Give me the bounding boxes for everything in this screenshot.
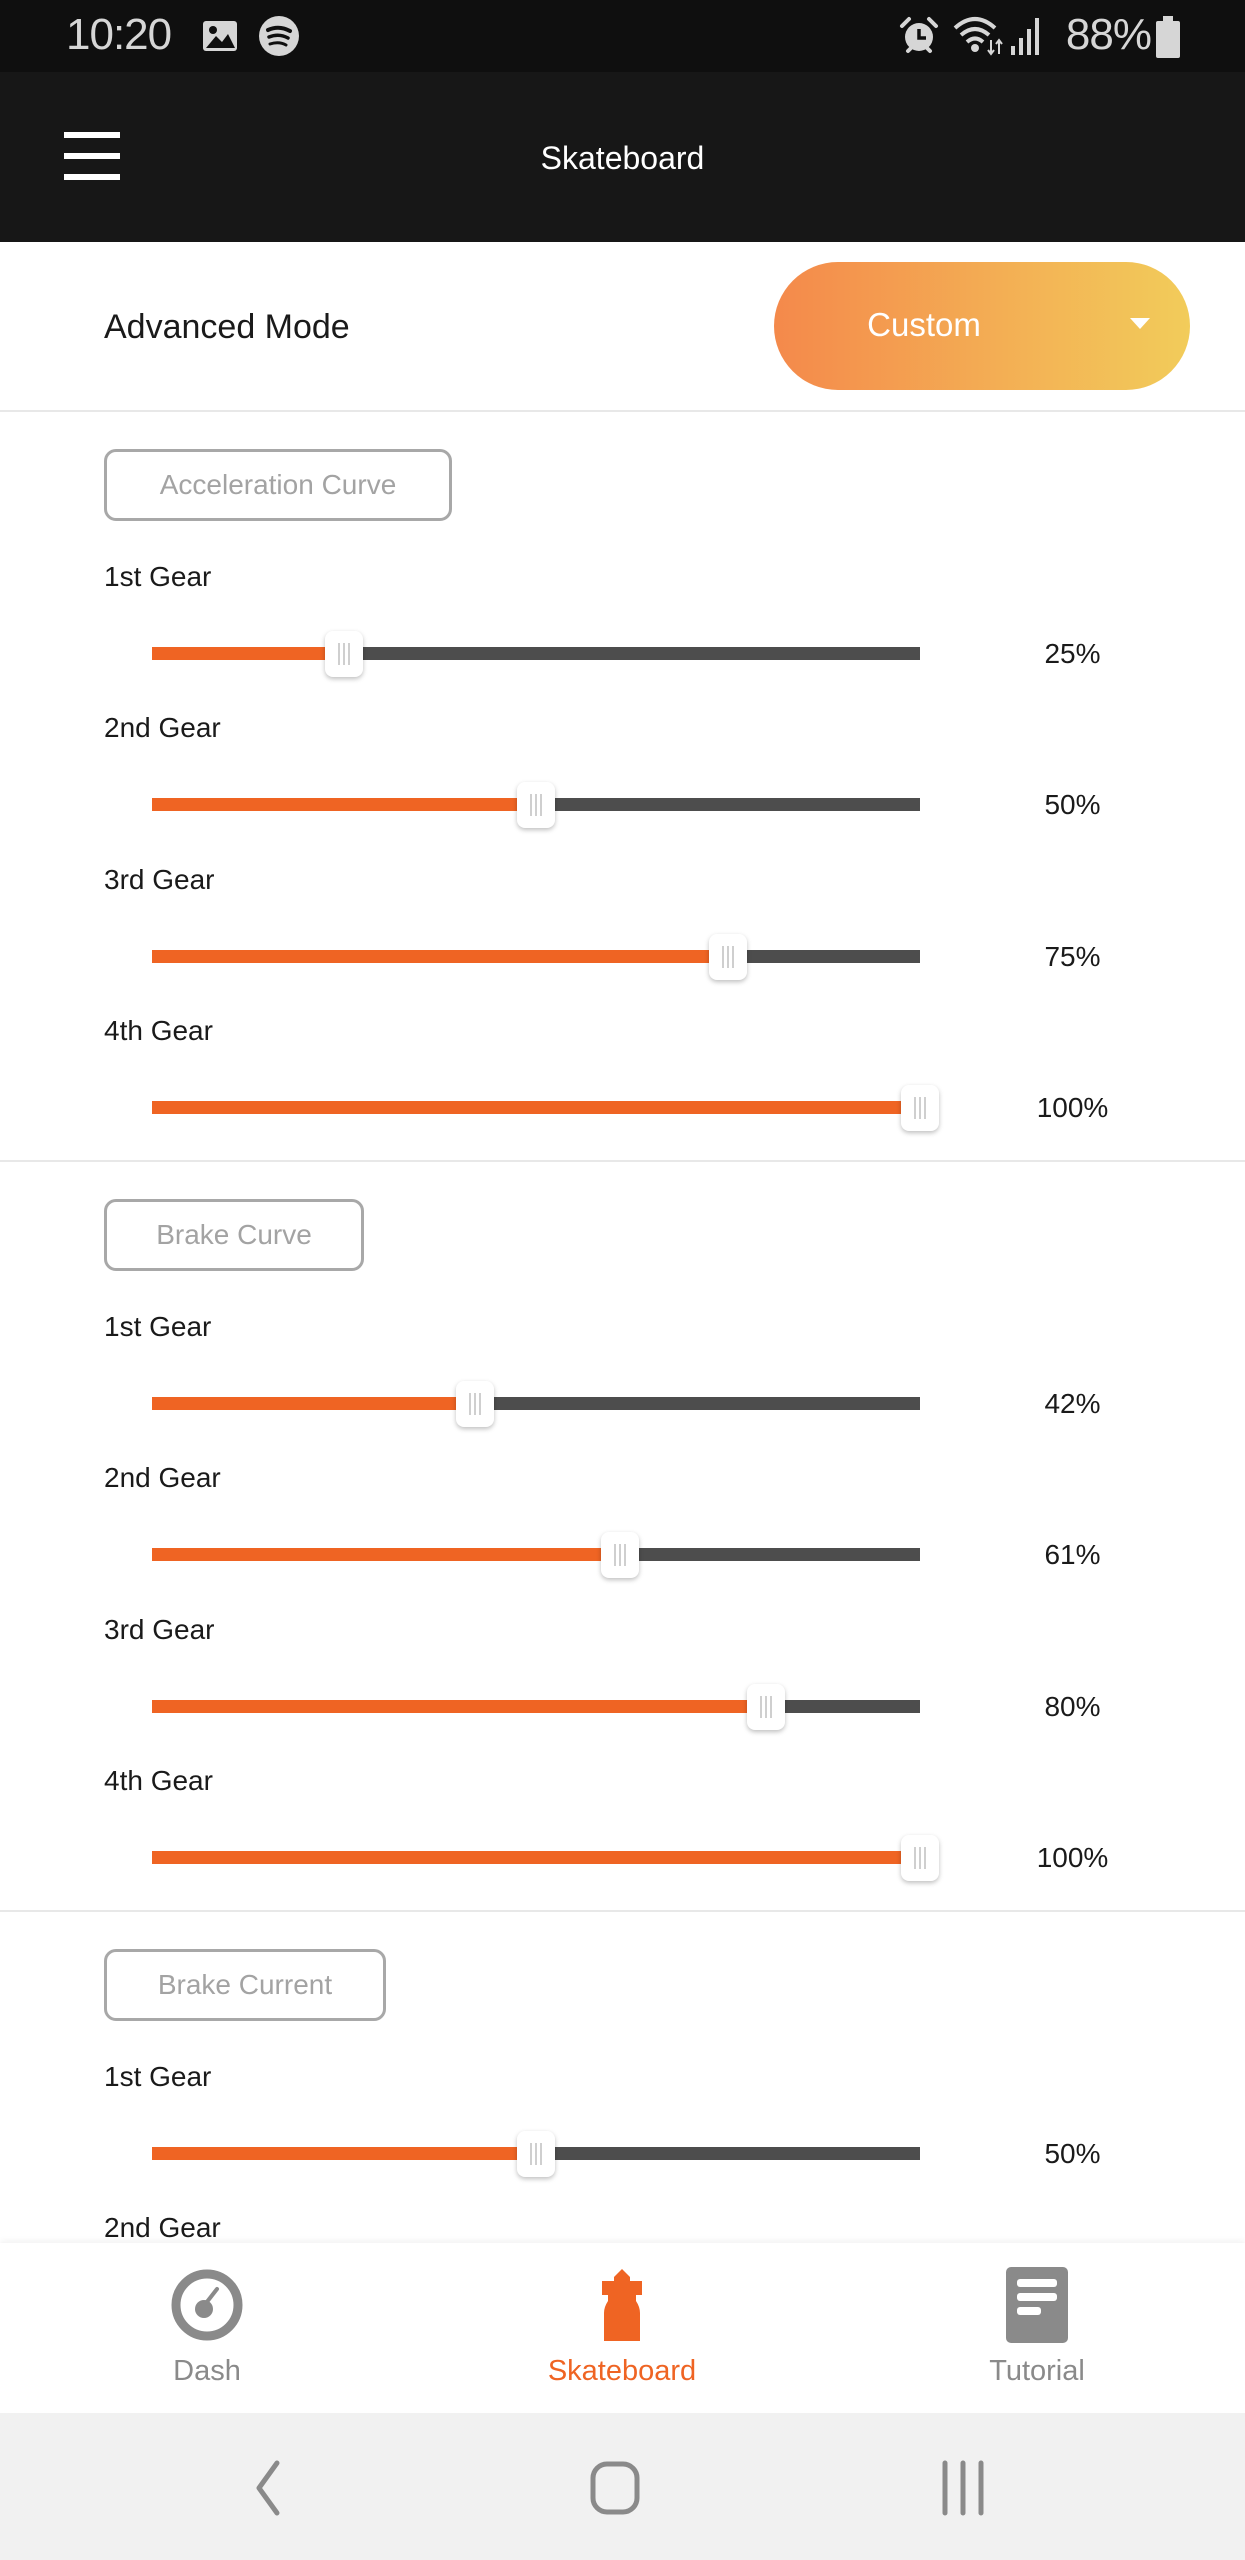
- slider-thumb[interactable]: [901, 1085, 939, 1131]
- battery-icon: [1156, 16, 1180, 58]
- slider-thumb[interactable]: [517, 2131, 555, 2177]
- slider-thumb[interactable]: [455, 1381, 494, 1427]
- gear-label: 2nd Gear: [104, 712, 221, 743]
- page-title: Skateboard: [540, 140, 705, 176]
- gear-label: 1st Gear: [104, 561, 212, 592]
- slider-accel-gear-3[interactable]: [152, 926, 920, 986]
- home-icon[interactable]: [580, 2453, 650, 2523]
- slider-value: 50%: [1044, 789, 1101, 820]
- slider-fill: [152, 2147, 536, 2160]
- gear-label: 3rd Gear: [104, 1614, 215, 1645]
- chevron-down-icon: [1130, 318, 1150, 329]
- slider-brake-gear-4[interactable]: [152, 1827, 939, 1887]
- slider-thumb[interactable]: [747, 1684, 786, 1730]
- bottom-nav: Dash Skateboard Tutorial: [0, 2243, 1245, 2413]
- slider-value: 75%: [1044, 941, 1101, 972]
- slider-value: 80%: [1044, 1691, 1101, 1722]
- gear-label: 3rd Gear: [104, 864, 215, 895]
- skateboard-icon: [602, 2269, 642, 2341]
- slider-thumb[interactable]: [901, 1835, 939, 1881]
- gear-label: 1st Gear: [104, 1311, 212, 1342]
- status-time: 10:20: [66, 10, 172, 59]
- slider-fill: [152, 1101, 920, 1114]
- nav-item-skateboard[interactable]: Skateboard: [472, 2243, 772, 2413]
- status-bar: 10:20 88%: [0, 0, 1245, 72]
- battery-percent: 88%: [1065, 10, 1152, 59]
- slider-thumb[interactable]: [325, 631, 363, 677]
- back-icon[interactable]: [233, 2453, 303, 2523]
- section-brake-current: Brake Current 1st Gear 50% 2nd Gear: [0, 1914, 1245, 2244]
- slider-accel-gear-1[interactable]: [152, 623, 920, 683]
- slider-value: 61%: [1044, 1539, 1101, 1570]
- mode-dropdown[interactable]: Custom: [774, 262, 1190, 390]
- gear-label: 2nd Gear: [104, 2212, 221, 2243]
- slider-accel-gear-4[interactable]: [152, 1077, 939, 1137]
- slider-value: 100%: [1036, 1092, 1109, 1123]
- spotify-icon: [259, 16, 299, 56]
- app-bar: Skateboard: [0, 72, 1245, 242]
- slider-accel-gear-2[interactable]: [152, 774, 920, 834]
- speedometer-icon: [171, 2269, 243, 2341]
- slider-brake-gear-1[interactable]: [152, 1373, 920, 1433]
- slider-value: 50%: [1044, 2138, 1101, 2169]
- nav-item-dash[interactable]: Dash: [57, 2243, 357, 2413]
- slider-fill: [152, 1548, 621, 1561]
- nav-label: Dash: [173, 2355, 241, 2387]
- section-tag[interactable]: Acceleration Curve: [104, 449, 452, 521]
- slider-fill: [152, 647, 344, 660]
- nav-label: Skateboard: [547, 2355, 697, 2387]
- slider-thumb[interactable]: [709, 934, 747, 980]
- slider-thumb[interactable]: [517, 782, 555, 828]
- advanced-mode-row: Advanced Mode Custom: [0, 242, 1245, 412]
- gear-label: 4th Gear: [104, 1015, 213, 1046]
- document-icon: [1006, 2267, 1068, 2343]
- wifi-icon: [953, 17, 1003, 56]
- mode-dropdown-value: Custom: [867, 306, 981, 343]
- section-tag[interactable]: Brake Current: [104, 1949, 386, 2021]
- slider-thumb[interactable]: [601, 1532, 640, 1578]
- section-tag[interactable]: Brake Curve: [104, 1199, 364, 1271]
- slider-current-gear-1[interactable]: [152, 2123, 920, 2183]
- gallery-icon: [203, 21, 237, 51]
- gear-label: 4th Gear: [104, 1765, 213, 1796]
- nav-item-tutorial[interactable]: Tutorial: [887, 2243, 1187, 2413]
- slider-fill: [152, 1397, 475, 1410]
- system-nav-bar: [0, 2413, 1245, 2560]
- slider-fill: [152, 1700, 767, 1713]
- slider-brake-gear-3[interactable]: [152, 1676, 920, 1736]
- slider-value: 42%: [1044, 1388, 1101, 1419]
- nav-label: Tutorial: [989, 2355, 1085, 2387]
- section-acceleration-curve: Acceleration Curve 1st Gear 25% 2nd Gear…: [0, 414, 1245, 1162]
- slider-brake-gear-2[interactable]: [152, 1524, 920, 1584]
- alarm-icon: [900, 17, 938, 53]
- recents-icon[interactable]: [928, 2453, 998, 2523]
- slider-fill: [152, 950, 728, 963]
- slider-value: 25%: [1044, 638, 1101, 669]
- section-brake-curve: Brake Curve 1st Gear 42% 2nd Gear 61% 3r…: [0, 1164, 1245, 1912]
- advanced-mode-label: Advanced Mode: [104, 308, 350, 346]
- slider-value: 100%: [1036, 1842, 1109, 1873]
- signal-icon: [1011, 18, 1039, 55]
- slider-fill: [152, 1851, 920, 1864]
- gear-label: 1st Gear: [104, 2061, 212, 2092]
- gear-label: 2nd Gear: [104, 1462, 221, 1493]
- slider-fill: [152, 798, 536, 811]
